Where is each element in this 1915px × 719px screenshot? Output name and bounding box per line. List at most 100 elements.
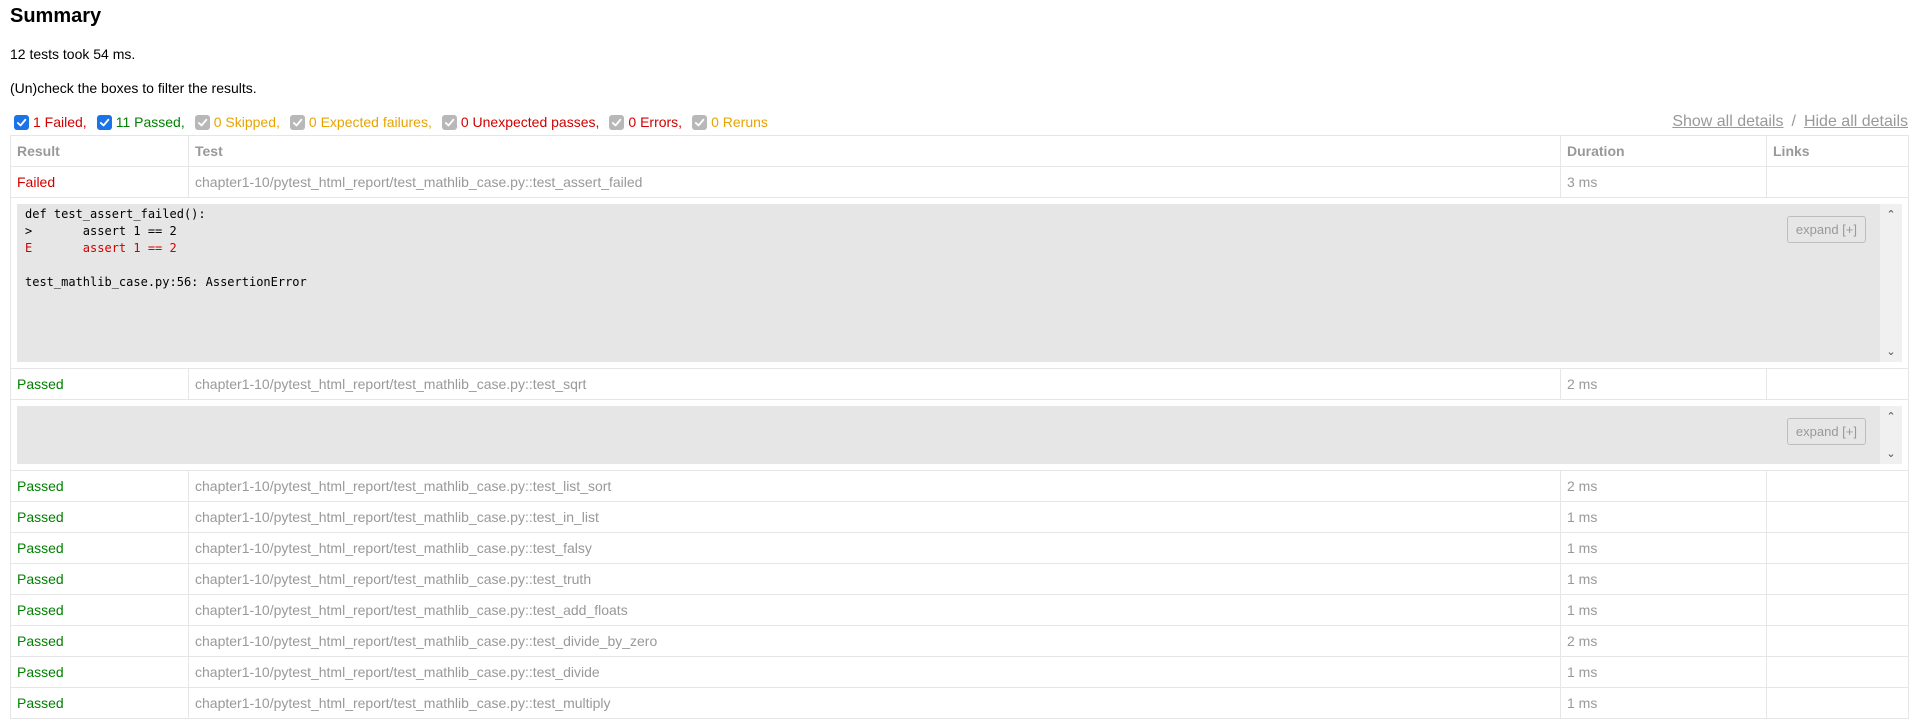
passed-log-cell: expand [+] ⌃ ⌄ [10,399,1909,471]
test-name-cell: chapter1-10/pytest_html_report/test_math… [188,368,1561,400]
result-cell: Passed [10,470,189,502]
header-result[interactable]: Result [10,135,189,167]
test-name-cell: chapter1-10/pytest_html_report/test_math… [188,166,1561,198]
checkmark-icon [612,118,622,126]
duration-cell: 1 ms [1560,687,1767,719]
scroll-up-icon[interactable]: ⌃ [1880,408,1902,425]
result-cell: Passed [10,368,189,400]
table-row[interactable]: Passed chapter1-10/pytest_html_report/tes… [10,625,1909,657]
filter-label: 0 Errors, [628,114,683,130]
links-cell [1766,501,1909,533]
table-row[interactable]: Failed chapter1-10/pytest_html_report/te… [10,166,1909,198]
filter-item[interactable]: 0 Skipped, [191,114,280,130]
filter-checkbox-group: 1 Failed, 11 Passed, 0 Skipped, 0 Expected … [10,114,774,130]
expand-button[interactable]: expand [+] [1786,418,1866,445]
hide-all-details-link[interactable]: Hide all details [1804,113,1908,130]
report-page: Summary 12 tests took 54 ms. (Un)check t… [0,0,1909,719]
table-row[interactable]: Passed chapter1-10/pytest_html_report/tes… [10,501,1909,533]
test-name-cell: chapter1-10/pytest_html_report/test_math… [188,656,1561,688]
filter-label: 0 Expected failures, [308,114,432,130]
filter-label: 11 Passed, [115,114,185,130]
scroll-down-icon[interactable]: ⌄ [1880,445,1902,462]
log-scrollbar[interactable]: ⌃ ⌄ [1880,406,1902,464]
filter-checkbox[interactable] [194,114,210,130]
results-header-row: Result Test Duration Links [10,135,1909,167]
filter-checkbox[interactable] [609,114,625,130]
filter-checkbox[interactable] [289,114,305,130]
checkmark-icon [292,118,303,126]
filter-checkbox[interactable] [441,114,457,130]
results-table: Result Test Duration Links Failed chapte… [10,135,1909,719]
result-cell: Passed [10,501,189,533]
result-cell: Failed [10,166,189,198]
table-row[interactable]: Passed chapter1-10/pytest_html_report/te… [10,368,1909,400]
filter-item[interactable]: 0 Unexpected passes, [438,114,600,130]
log-line: > assert 1 == 2 [25,224,177,238]
filter-item[interactable]: 1 Failed, [10,114,87,130]
duration-cell: 2 ms [1560,368,1767,400]
table-row[interactable]: Passed chapter1-10/pytest_html_report/tes… [10,470,1909,502]
filter-item[interactable]: 0 Reruns [688,114,768,130]
filter-item[interactable]: 0 Expected failures, [286,114,432,130]
filter-checkbox[interactable] [14,114,29,130]
table-row[interactable]: Passed chapter1-10/pytest_html_report/tes… [10,594,1909,626]
details-links: Show all details / Hide all details [1672,113,1908,131]
filter-label: 1 Failed, [33,114,87,130]
log-line: def test_assert_failed(): [25,207,206,221]
table-row[interactable]: Passed chapter1-10/pytest_html_report/tes… [10,532,1909,564]
filter-bar: 1 Failed, 11 Passed, 0 Skipped, 0 Expected … [10,109,1908,135]
test-name-cell: chapter1-10/pytest_html_report/test_math… [188,687,1561,719]
filter-label: 0 Unexpected passes, [460,114,600,130]
details-links-separator: / [1791,113,1796,130]
expand-button[interactable]: expand [+] [1786,216,1866,243]
tests-duration-summary: 12 tests took 54 ms. [10,46,136,62]
header-duration[interactable]: Duration [1560,135,1767,167]
filter-item[interactable]: 11 Passed, [93,114,185,130]
links-cell [1766,166,1909,198]
filter-checkbox[interactable] [96,114,112,130]
filter-hint: (Un)check the boxes to filter the result… [10,80,257,96]
result-cell: Passed [10,656,189,688]
duration-cell: 3 ms [1560,166,1767,198]
checkmark-icon [694,118,705,126]
filter-item[interactable]: 0 Errors, [605,114,682,130]
test-name-cell: chapter1-10/pytest_html_report/test_math… [188,594,1561,626]
scroll-up-icon[interactable]: ⌃ [1880,206,1902,223]
result-cell: Passed [10,687,189,719]
remaining-rows: Passed chapter1-10/pytest_html_report/tes… [10,470,1909,719]
duration-cell: 1 ms [1560,532,1767,564]
table-row[interactable]: Passed chapter1-10/pytest_html_report/tes… [10,563,1909,595]
links-cell [1766,563,1909,595]
links-cell [1766,656,1909,688]
failed-log-cell: def test_assert_failed(): > assert 1 == 2… [10,197,1909,369]
duration-cell: 2 ms [1560,470,1767,502]
checkmark-icon [99,118,109,126]
test-name-cell: chapter1-10/pytest_html_report/test_math… [188,563,1561,595]
passed-log-row: expand [+] ⌃ ⌄ [10,399,1909,471]
links-cell [1766,532,1909,564]
header-test[interactable]: Test [188,135,1561,167]
scroll-down-icon[interactable]: ⌄ [1880,343,1902,360]
header-links: Links [1766,135,1909,167]
links-cell [1766,594,1909,626]
failed-log: def test_assert_failed(): > assert 1 == 2… [17,204,1902,362]
table-row[interactable]: Passed chapter1-10/pytest_html_report/tes… [10,687,1909,719]
passed-log: expand [+] ⌃ ⌄ [17,406,1902,464]
filter-checkbox[interactable] [692,114,708,130]
duration-cell: 1 ms [1560,501,1767,533]
failed-log-row: def test_assert_failed(): > assert 1 == 2… [10,197,1909,369]
filter-label: 0 Reruns [711,114,768,130]
duration-cell: 1 ms [1560,656,1767,688]
duration-cell: 1 ms [1560,594,1767,626]
show-all-details-link[interactable]: Show all details [1672,113,1783,130]
duration-cell: 2 ms [1560,625,1767,657]
links-cell [1766,625,1909,657]
checkmark-icon [444,118,455,126]
log-scrollbar[interactable]: ⌃ ⌄ [1880,204,1902,362]
table-row[interactable]: Passed chapter1-10/pytest_html_report/tes… [10,656,1909,688]
log-line: test_mathlib_case.py:56: AssertionError [25,275,307,289]
result-cell: Passed [10,563,189,595]
test-name-cell: chapter1-10/pytest_html_report/test_math… [188,470,1561,502]
log-line-error: E assert 1 == 2 [25,241,177,255]
